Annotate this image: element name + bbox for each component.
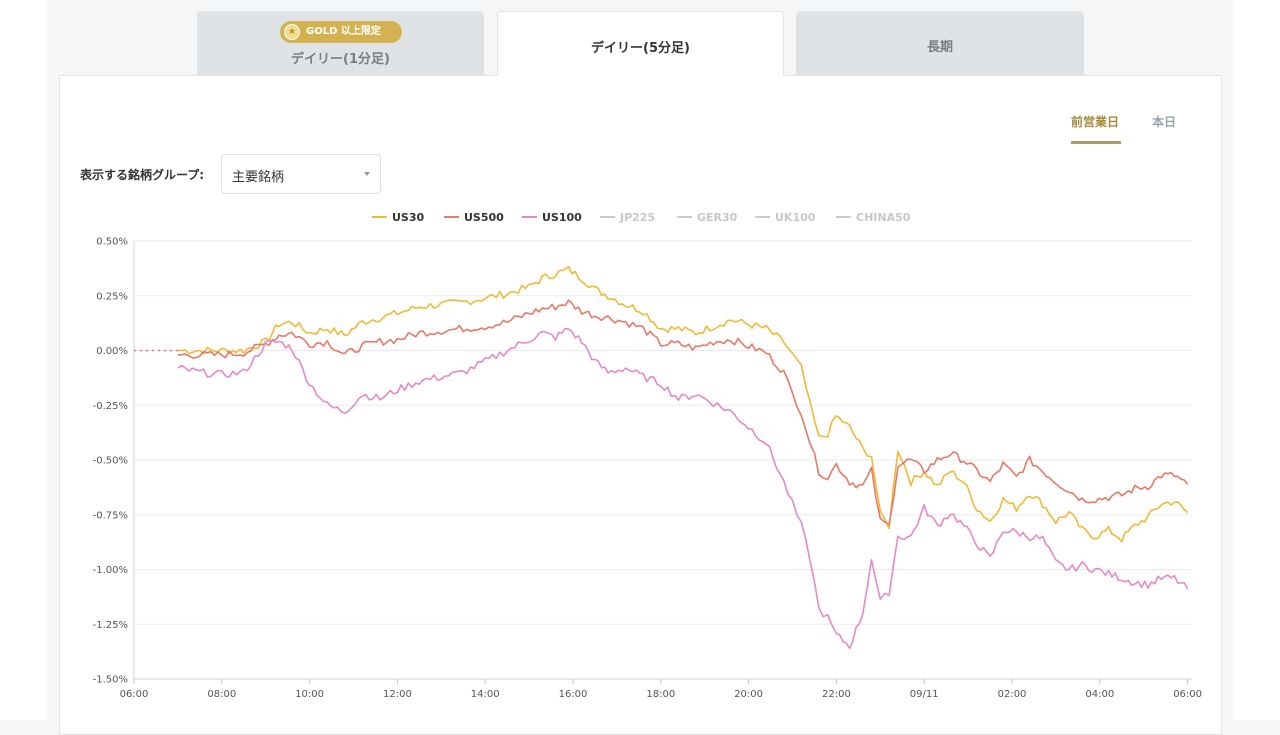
chart-axes: 0.50% 0.25% 0.00% -0.25% -0.50% -0.75% -1.00% -… — [93, 237, 1202, 701]
legend-item-us500[interactable]: US500 — [444, 211, 504, 224]
series-line-us100 — [177, 327, 1189, 650]
x-tick-label: 20:00 — [734, 689, 763, 700]
legend-label: US500 — [464, 211, 504, 224]
legend-label: GER30 — [697, 211, 738, 224]
legend-item-china50[interactable]: CHINA50 — [836, 211, 911, 224]
legend-label: US100 — [542, 211, 582, 224]
y-tick-label: -1.50% — [93, 675, 128, 686]
legend-item-ger30[interactable]: GER30 — [677, 211, 738, 224]
y-tick-label: -1.25% — [93, 620, 128, 631]
y-tick-label: 0.25% — [96, 291, 128, 302]
index-line-chart: 0.50% 0.25% 0.00% -0.25% -0.50% -0.75% -1.00% -… — [93, 211, 1202, 701]
x-tick-label: 06:00 — [120, 689, 149, 700]
x-tick-label: 08:00 — [207, 689, 236, 700]
y-tick-label: -1.00% — [93, 565, 128, 576]
x-tick-label: 02:00 — [998, 689, 1027, 700]
legend-label: CHINA50 — [856, 211, 911, 224]
x-tick-label: 04:00 — [1085, 689, 1114, 700]
chart-legend[interactable]: US30 US500 US100 JP225 GER30 UK100 CHINA50 — [372, 211, 911, 224]
legend-item-uk100[interactable]: UK100 — [755, 211, 816, 224]
legend-item-us100[interactable]: US100 — [522, 211, 582, 224]
series-line-us500 — [177, 299, 1189, 525]
legend-item-jp225[interactable]: JP225 — [600, 211, 655, 224]
x-tick-label: 16:00 — [559, 689, 588, 700]
legend-label: US30 — [392, 211, 425, 224]
x-tick-label: 18:00 — [646, 689, 675, 700]
chart-series — [134, 265, 1189, 650]
y-tick-label: 0.50% — [96, 237, 128, 248]
x-tick-label: 12:00 — [383, 689, 412, 700]
legend-label: JP225 — [619, 211, 655, 224]
x-tick-label: 14:00 — [471, 689, 500, 700]
x-tick-label: 22:00 — [822, 689, 851, 700]
x-tick-label: 10:00 — [295, 689, 324, 700]
page-root: ★ GOLD 以上限定 デイリー(1分足) デイリー(5分足) 長期 前営業日 … — [0, 0, 1280, 735]
y-tick-label: 0.00% — [96, 346, 128, 357]
tab-daily-5min[interactable]: デイリー(5分足) — [497, 11, 784, 76]
x-tick-label: 06:00 — [1173, 689, 1202, 700]
tab-daily-5min-label: デイリー(5分足) — [591, 41, 690, 56]
y-tick-label: -0.75% — [93, 510, 128, 521]
x-tick-label: 09/11 — [910, 689, 939, 700]
legend-item-us30[interactable]: US30 — [372, 211, 425, 224]
legend-label: UK100 — [775, 211, 816, 224]
y-tick-label: -0.50% — [93, 456, 128, 467]
y-tick-label: -0.25% — [93, 401, 128, 412]
chart-grid — [134, 240, 1192, 680]
